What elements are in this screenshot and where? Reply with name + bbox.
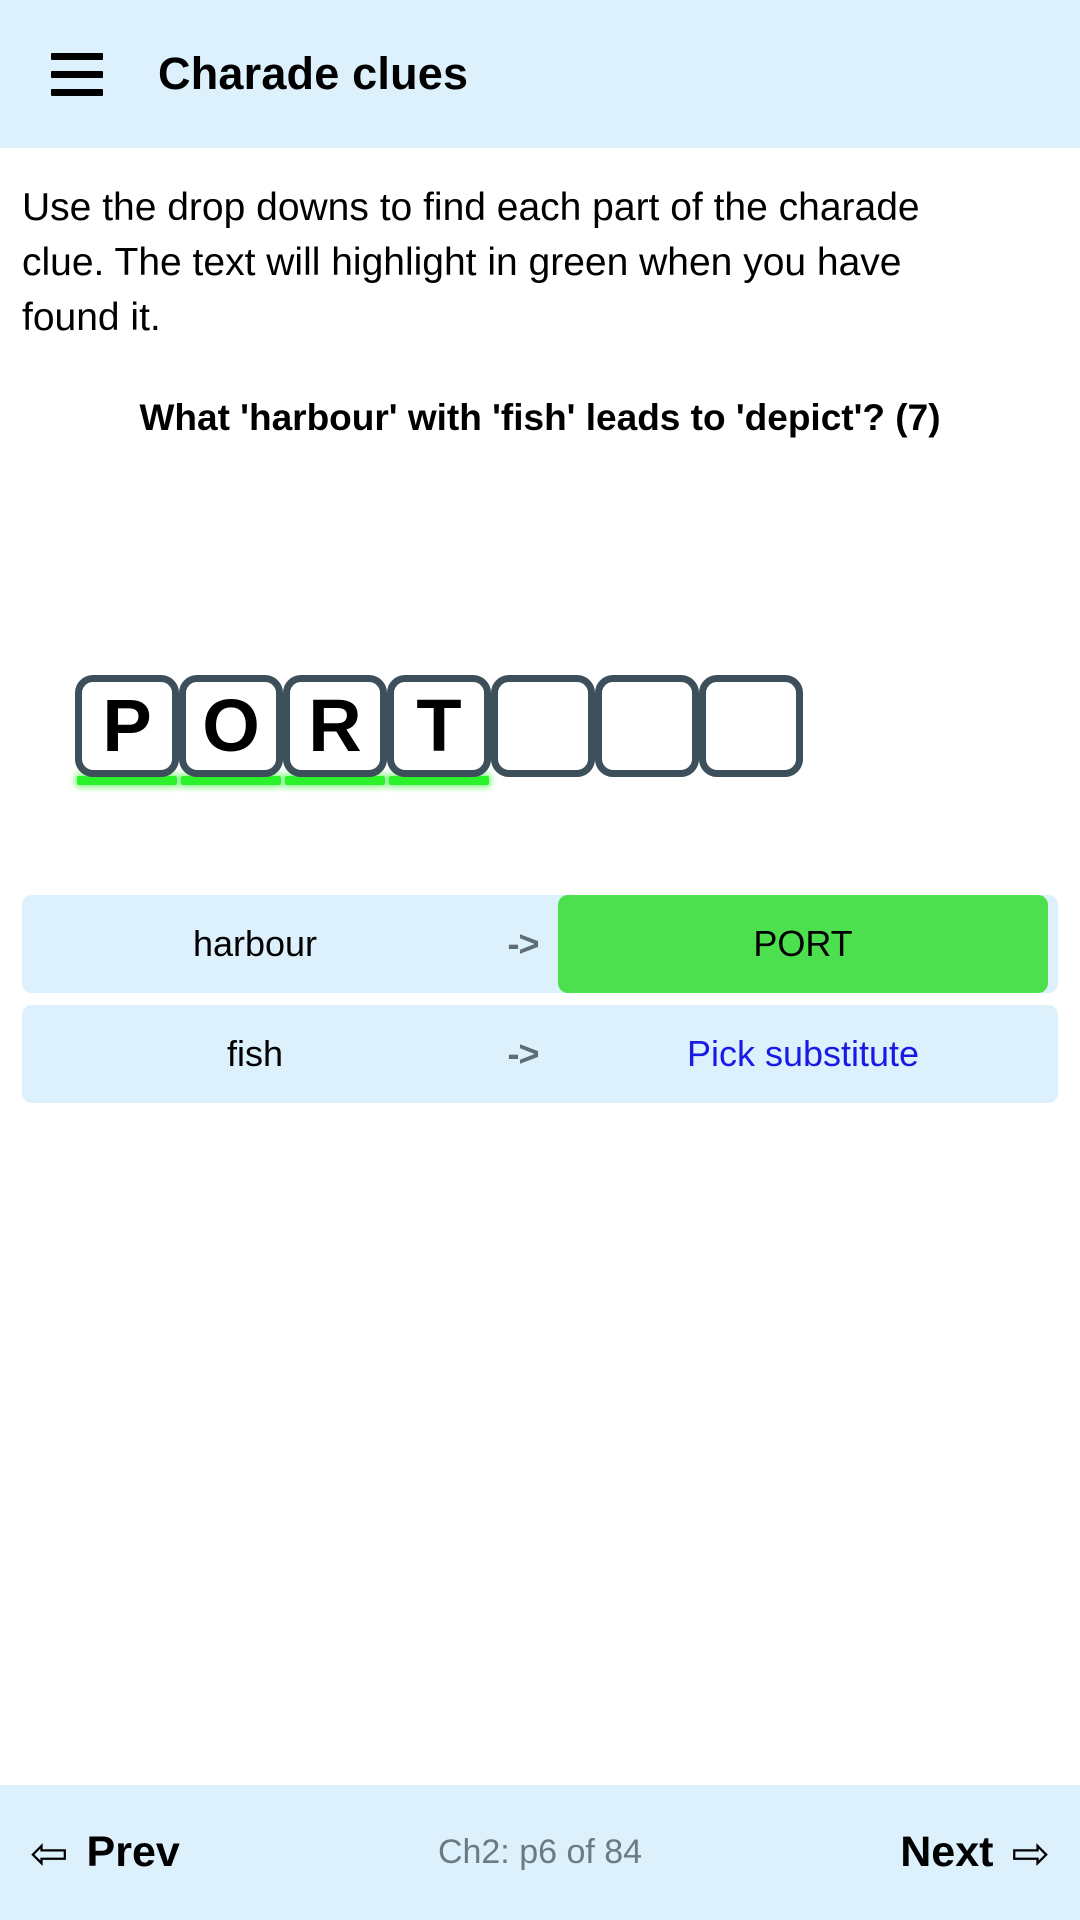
page-indicator: Ch2: p6 of 84 bbox=[437, 1833, 643, 1871]
app-root: Charade clues Use the drop downs to find… bbox=[0, 0, 1080, 1920]
letter-tile-7-underline bbox=[701, 776, 801, 785]
letter-tile-6[interactable] bbox=[595, 675, 699, 785]
charade-clue-text: What 'harbour' with 'fish' leads to 'dep… bbox=[139, 397, 941, 438]
menu-bar-2 bbox=[51, 70, 103, 78]
arrow-right-icon: -> bbox=[507, 923, 539, 964]
substitution-row-harbour: harbour -> PORT bbox=[22, 895, 1058, 993]
letter-tile-2[interactable]: O bbox=[179, 675, 283, 785]
substitution-value-button-2[interactable]: Pick substitute bbox=[558, 1005, 1048, 1103]
prev-button-label: Prev bbox=[86, 1828, 180, 1876]
letter-tile-5[interactable] bbox=[491, 675, 595, 785]
arrow-left-icon: ⇦ bbox=[30, 1826, 69, 1879]
answer-tiles: P O R T bbox=[0, 675, 1080, 785]
instructions-text: Use the drop downs to find each part of … bbox=[22, 186, 920, 339]
app-header: Charade clues bbox=[0, 0, 1080, 148]
letter-tile-1-underline bbox=[77, 776, 177, 785]
next-button[interactable]: Next ⇨ bbox=[900, 1828, 1050, 1877]
substitution-row-fish: fish -> Pick substitute bbox=[22, 1005, 1058, 1103]
main-content: Use the drop downs to find each part of … bbox=[0, 148, 1080, 1785]
letter-tile-6-letter bbox=[595, 675, 699, 777]
substitution-value-button-1[interactable]: PORT bbox=[558, 895, 1048, 993]
bottom-navigation-bar: ⇦ Prev Ch2: p6 of 84 Next ⇨ bbox=[0, 1785, 1080, 1920]
letter-tile-5-letter bbox=[491, 675, 595, 777]
hamburger-menu-icon[interactable] bbox=[40, 37, 114, 111]
letter-tile-1[interactable]: P bbox=[75, 675, 179, 785]
letter-tile-6-underline bbox=[597, 776, 697, 785]
letter-tile-1-letter: P bbox=[75, 675, 179, 777]
letter-tile-2-underline bbox=[181, 776, 281, 785]
arrow-right-icon: ⇨ bbox=[1011, 1826, 1050, 1879]
letter-tile-2-letter: O bbox=[179, 675, 283, 777]
menu-bar-1 bbox=[51, 52, 103, 60]
substitution-term-2: fish bbox=[226, 1033, 284, 1074]
letter-tile-4-underline bbox=[389, 776, 489, 785]
letter-tile-3[interactable]: R bbox=[283, 675, 387, 785]
menu-bar-3 bbox=[51, 88, 103, 96]
substitution-list: harbour -> PORT fish -> Pick substitute bbox=[0, 895, 1080, 1103]
letter-tile-5-underline bbox=[493, 776, 593, 785]
letter-tile-3-underline bbox=[285, 776, 385, 785]
letter-tile-4[interactable]: T bbox=[387, 675, 491, 785]
substitution-term-1: harbour bbox=[192, 923, 318, 964]
letter-tile-7-letter bbox=[699, 675, 803, 777]
letter-tile-4-letter: T bbox=[387, 675, 491, 777]
arrow-right-icon: -> bbox=[507, 1033, 539, 1074]
next-button-label: Next bbox=[900, 1828, 994, 1876]
letter-tile-3-letter: R bbox=[283, 675, 387, 777]
page-title: Charade clues bbox=[158, 48, 469, 99]
letter-tile-7[interactable] bbox=[699, 675, 803, 785]
prev-button[interactable]: ⇦ Prev bbox=[30, 1828, 180, 1877]
